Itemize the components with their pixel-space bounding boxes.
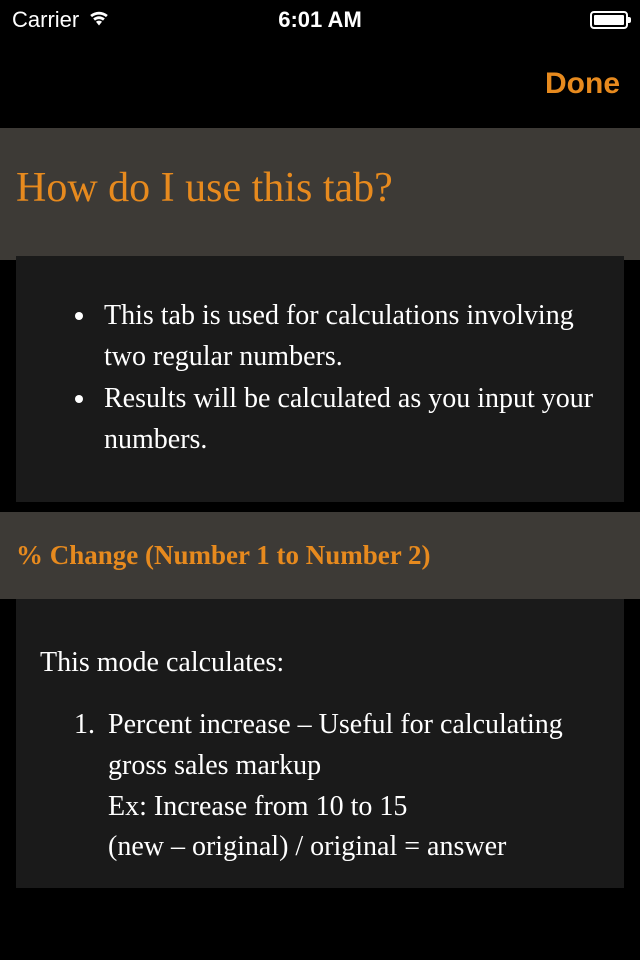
status-right [590,11,628,29]
done-button[interactable]: Done [545,67,620,101]
status-left: Carrier [12,7,111,33]
list-item: Results will be calculated as you input … [98,379,596,460]
list-item: Percent increase – Useful for calculatin… [102,705,600,867]
section-body-how-to: This tab is used for calculations involv… [16,256,624,502]
battery-icon [590,11,628,29]
section-title: % Change (Number 1 to Number 2) [16,540,624,571]
page-title: How do I use this tab? [16,164,624,212]
status-bar: Carrier 6:01 AM [0,0,640,40]
section-intro: This mode calculates: [40,647,600,679]
list-item: This tab is used for calculations involv… [98,296,596,377]
section-header-how-to: How do I use this tab? [0,128,640,260]
nav-bar: Done [0,40,640,128]
wifi-icon [87,7,111,33]
section-body-percent-change: This mode calculates: Percent increase –… [16,599,624,887]
status-time: 6:01 AM [278,7,362,33]
help-content: How do I use this tab? This tab is used … [0,128,640,888]
section-header-percent-change: % Change (Number 1 to Number 2) [0,512,640,599]
carrier-label: Carrier [12,7,79,33]
